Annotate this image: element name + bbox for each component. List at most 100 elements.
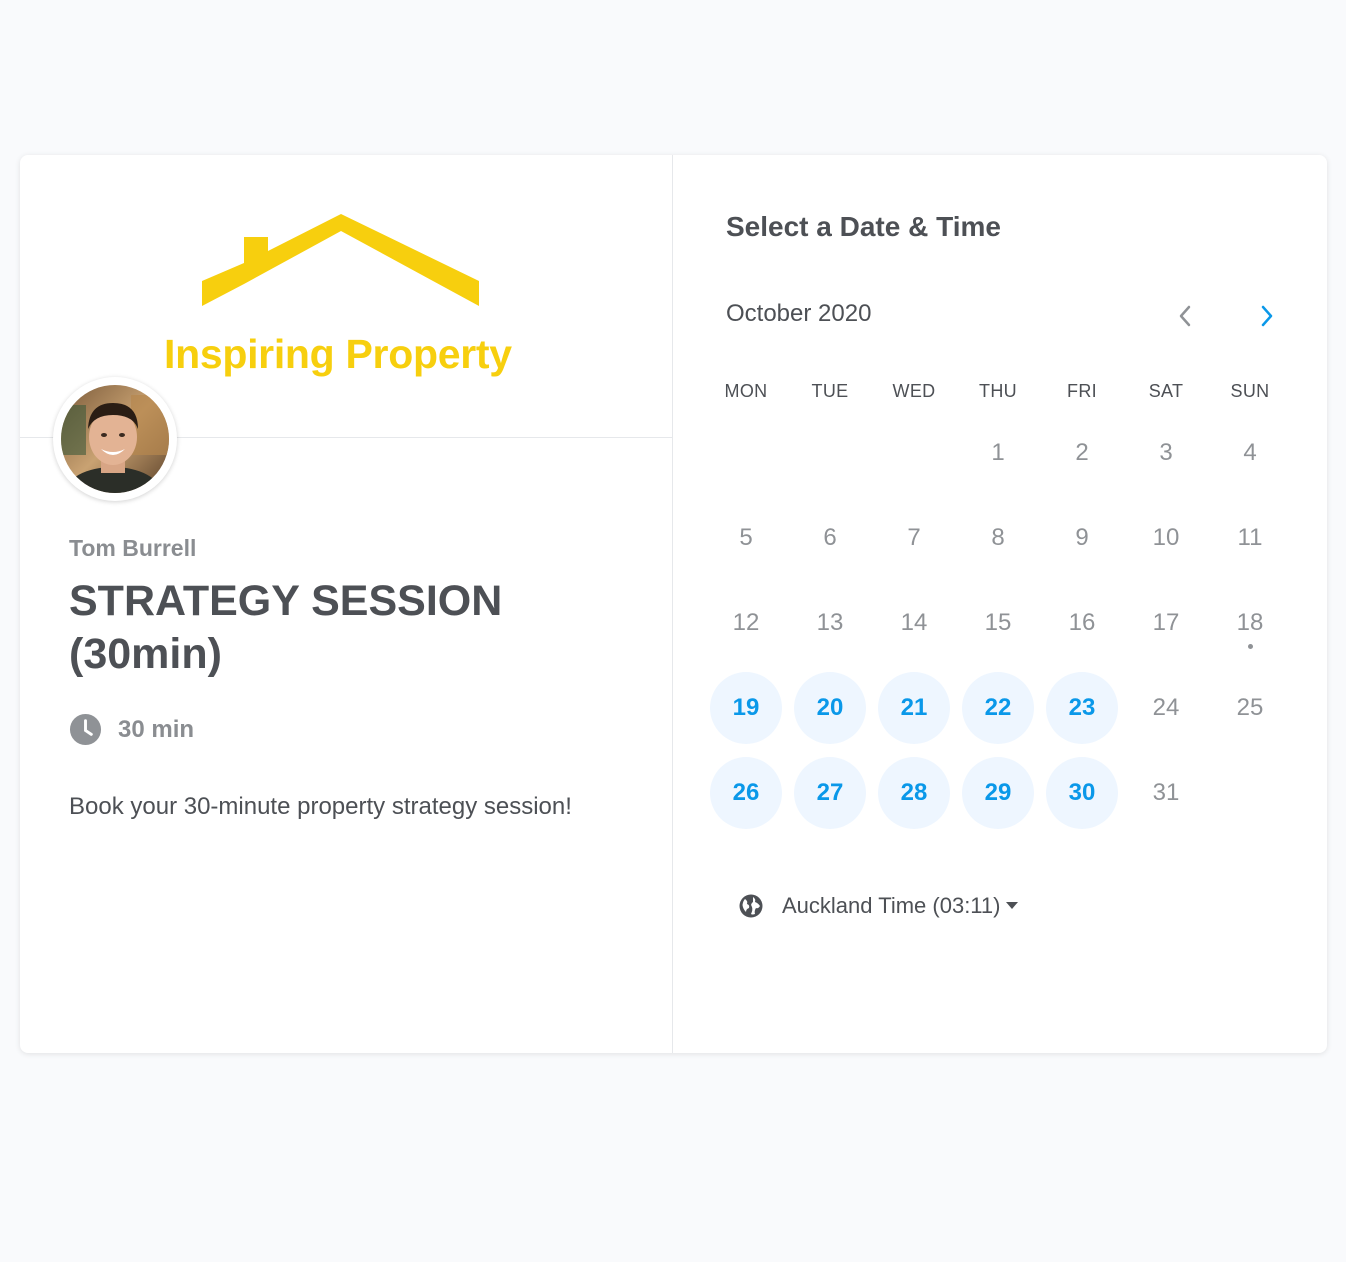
day-number: 6 xyxy=(823,523,837,551)
day-number: 14 xyxy=(900,608,928,636)
calendar-day-unavailable: 3 xyxy=(1124,410,1208,495)
day-number: 10 xyxy=(1152,523,1180,551)
available-day-button[interactable]: 23 xyxy=(1046,671,1118,744)
day-number: 18 xyxy=(1236,608,1264,636)
day-number: 16 xyxy=(1068,608,1096,636)
day-number: 11 xyxy=(1237,523,1263,551)
house-roof-icon xyxy=(202,214,479,306)
brand-name: Inspiring Property xyxy=(164,331,512,377)
day-number: 21 xyxy=(900,693,928,721)
calendar-day-unavailable: 15 xyxy=(956,580,1040,665)
prev-month-button[interactable] xyxy=(1170,301,1200,331)
calendar-day-unavailable: 8 xyxy=(956,495,1040,580)
calendar-week: 5 6 7 8 9 10 11 xyxy=(704,495,1294,580)
day-number: 4 xyxy=(1243,438,1257,466)
calendar-empty-cell xyxy=(788,410,872,495)
calendar-day-available[interactable]: 21 xyxy=(872,665,956,750)
calendar-day-unavailable: 7 xyxy=(872,495,956,580)
calendar-day-unavailable: 17 xyxy=(1124,580,1208,665)
avatar xyxy=(53,377,177,501)
calendar-empty-cell xyxy=(872,410,956,495)
calendar-day-unavailable: 18 xyxy=(1208,580,1292,665)
host-name: Tom Burrell xyxy=(69,535,197,561)
calendar-day-unavailable: 5 xyxy=(704,495,788,580)
available-day-button[interactable]: 28 xyxy=(878,756,950,829)
calendar-empty-cell xyxy=(704,410,788,495)
calendar-day-available[interactable]: 22 xyxy=(956,665,1040,750)
available-day-button[interactable]: 30 xyxy=(1046,756,1118,829)
calendar-empty-cell xyxy=(1208,750,1292,835)
available-day-button[interactable]: 20 xyxy=(794,671,866,744)
calendar-week: 26 27 28 29 30 31 xyxy=(704,750,1294,835)
available-day-button[interactable]: 27 xyxy=(794,756,866,829)
day-number: 28 xyxy=(900,778,928,806)
calendar-day-available[interactable]: 27 xyxy=(788,750,872,835)
weekday-label: FRI xyxy=(1067,381,1097,401)
day-number: 29 xyxy=(984,778,1012,806)
available-day-button[interactable]: 19 xyxy=(710,671,782,744)
available-day-button[interactable]: 22 xyxy=(962,671,1034,744)
calendar-day-unavailable: 24 xyxy=(1124,665,1208,750)
timezone-selector[interactable]: Auckland Time (03:11) xyxy=(738,893,1019,919)
available-day-button[interactable]: 29 xyxy=(962,756,1034,829)
date-picker-panel: Select a Date & Time October 2020 MON TU… xyxy=(674,155,1327,1053)
day-number: 20 xyxy=(816,693,844,721)
weekday-label: SAT xyxy=(1148,381,1184,401)
calendar-day-unavailable: 4 xyxy=(1208,410,1292,495)
weekday-label: MON xyxy=(724,381,768,401)
weekday-header: MON TUE WED THU FRI SAT SUN xyxy=(704,381,1294,402)
weekday-label: THU xyxy=(979,381,1017,401)
day-number: 17 xyxy=(1152,608,1180,636)
calendar-day-unavailable: 6 xyxy=(788,495,872,580)
calendar-day-available[interactable]: 23 xyxy=(1040,665,1124,750)
calendar-day-available[interactable]: 20 xyxy=(788,665,872,750)
day-number: 2 xyxy=(1075,438,1089,466)
weekday-label: SUN xyxy=(1230,381,1270,401)
calendar-day-available[interactable]: 30 xyxy=(1040,750,1124,835)
calendar-day-unavailable: 31 xyxy=(1124,750,1208,835)
weekday-label: WED xyxy=(892,381,936,401)
day-number: 5 xyxy=(739,523,753,551)
chevron-left-icon xyxy=(1179,305,1191,327)
calendar-day-available[interactable]: 28 xyxy=(872,750,956,835)
booking-card: Inspiring Property Tom Burrell STRATEGY … xyxy=(20,155,1327,1053)
day-number: 26 xyxy=(732,778,760,806)
event-duration: 30 min xyxy=(69,713,194,746)
weekday-label: TUE xyxy=(811,381,849,401)
day-number: 13 xyxy=(816,608,844,636)
available-day-button[interactable]: 21 xyxy=(878,671,950,744)
available-day-button[interactable]: 26 xyxy=(710,756,782,829)
day-number: 9 xyxy=(1075,523,1089,551)
day-number: 1 xyxy=(991,438,1005,466)
calendar-day-unavailable: 2 xyxy=(1040,410,1124,495)
day-number: 23 xyxy=(1068,693,1096,721)
day-number: 27 xyxy=(816,778,844,806)
day-number: 25 xyxy=(1236,693,1264,721)
calendar-day-available[interactable]: 26 xyxy=(704,750,788,835)
calendar-day-unavailable: 11 xyxy=(1208,495,1292,580)
picker-title: Select a Date & Time xyxy=(726,211,1001,242)
today-indicator-dot xyxy=(1248,644,1253,649)
calendar-day-unavailable: 10 xyxy=(1124,495,1208,580)
calendar-day-unavailable: 9 xyxy=(1040,495,1124,580)
calendar-week: 1 2 3 4 xyxy=(704,410,1294,495)
next-month-button[interactable] xyxy=(1252,301,1282,331)
day-number: 22 xyxy=(984,693,1012,721)
calendar-day-unavailable: 1 xyxy=(956,410,1040,495)
clock-icon xyxy=(69,713,102,746)
calendar-week: 19 20 21 22 23 24 25 xyxy=(704,665,1294,750)
month-label: October 2020 xyxy=(726,300,872,327)
calendar-day-available[interactable]: 19 xyxy=(704,665,788,750)
day-number: 3 xyxy=(1159,438,1173,466)
caret-down-icon xyxy=(1006,902,1019,909)
calendar-day-unavailable: 16 xyxy=(1040,580,1124,665)
day-number: 7 xyxy=(907,523,921,551)
day-number: 31 xyxy=(1152,778,1180,806)
day-number: 12 xyxy=(732,608,760,636)
event-title: STRATEGY SESSION (30min) xyxy=(69,577,503,678)
calendar-grid: 1 2 3 4 5 6 7 8 9 10 11 12 13 14 15 16 17 18 19 20 21 22 23 24 2… xyxy=(704,410,1294,835)
day-number: 8 xyxy=(991,523,1005,551)
day-number: 24 xyxy=(1152,693,1180,721)
calendar-day-available[interactable]: 29 xyxy=(956,750,1040,835)
day-number: 30 xyxy=(1068,778,1096,806)
